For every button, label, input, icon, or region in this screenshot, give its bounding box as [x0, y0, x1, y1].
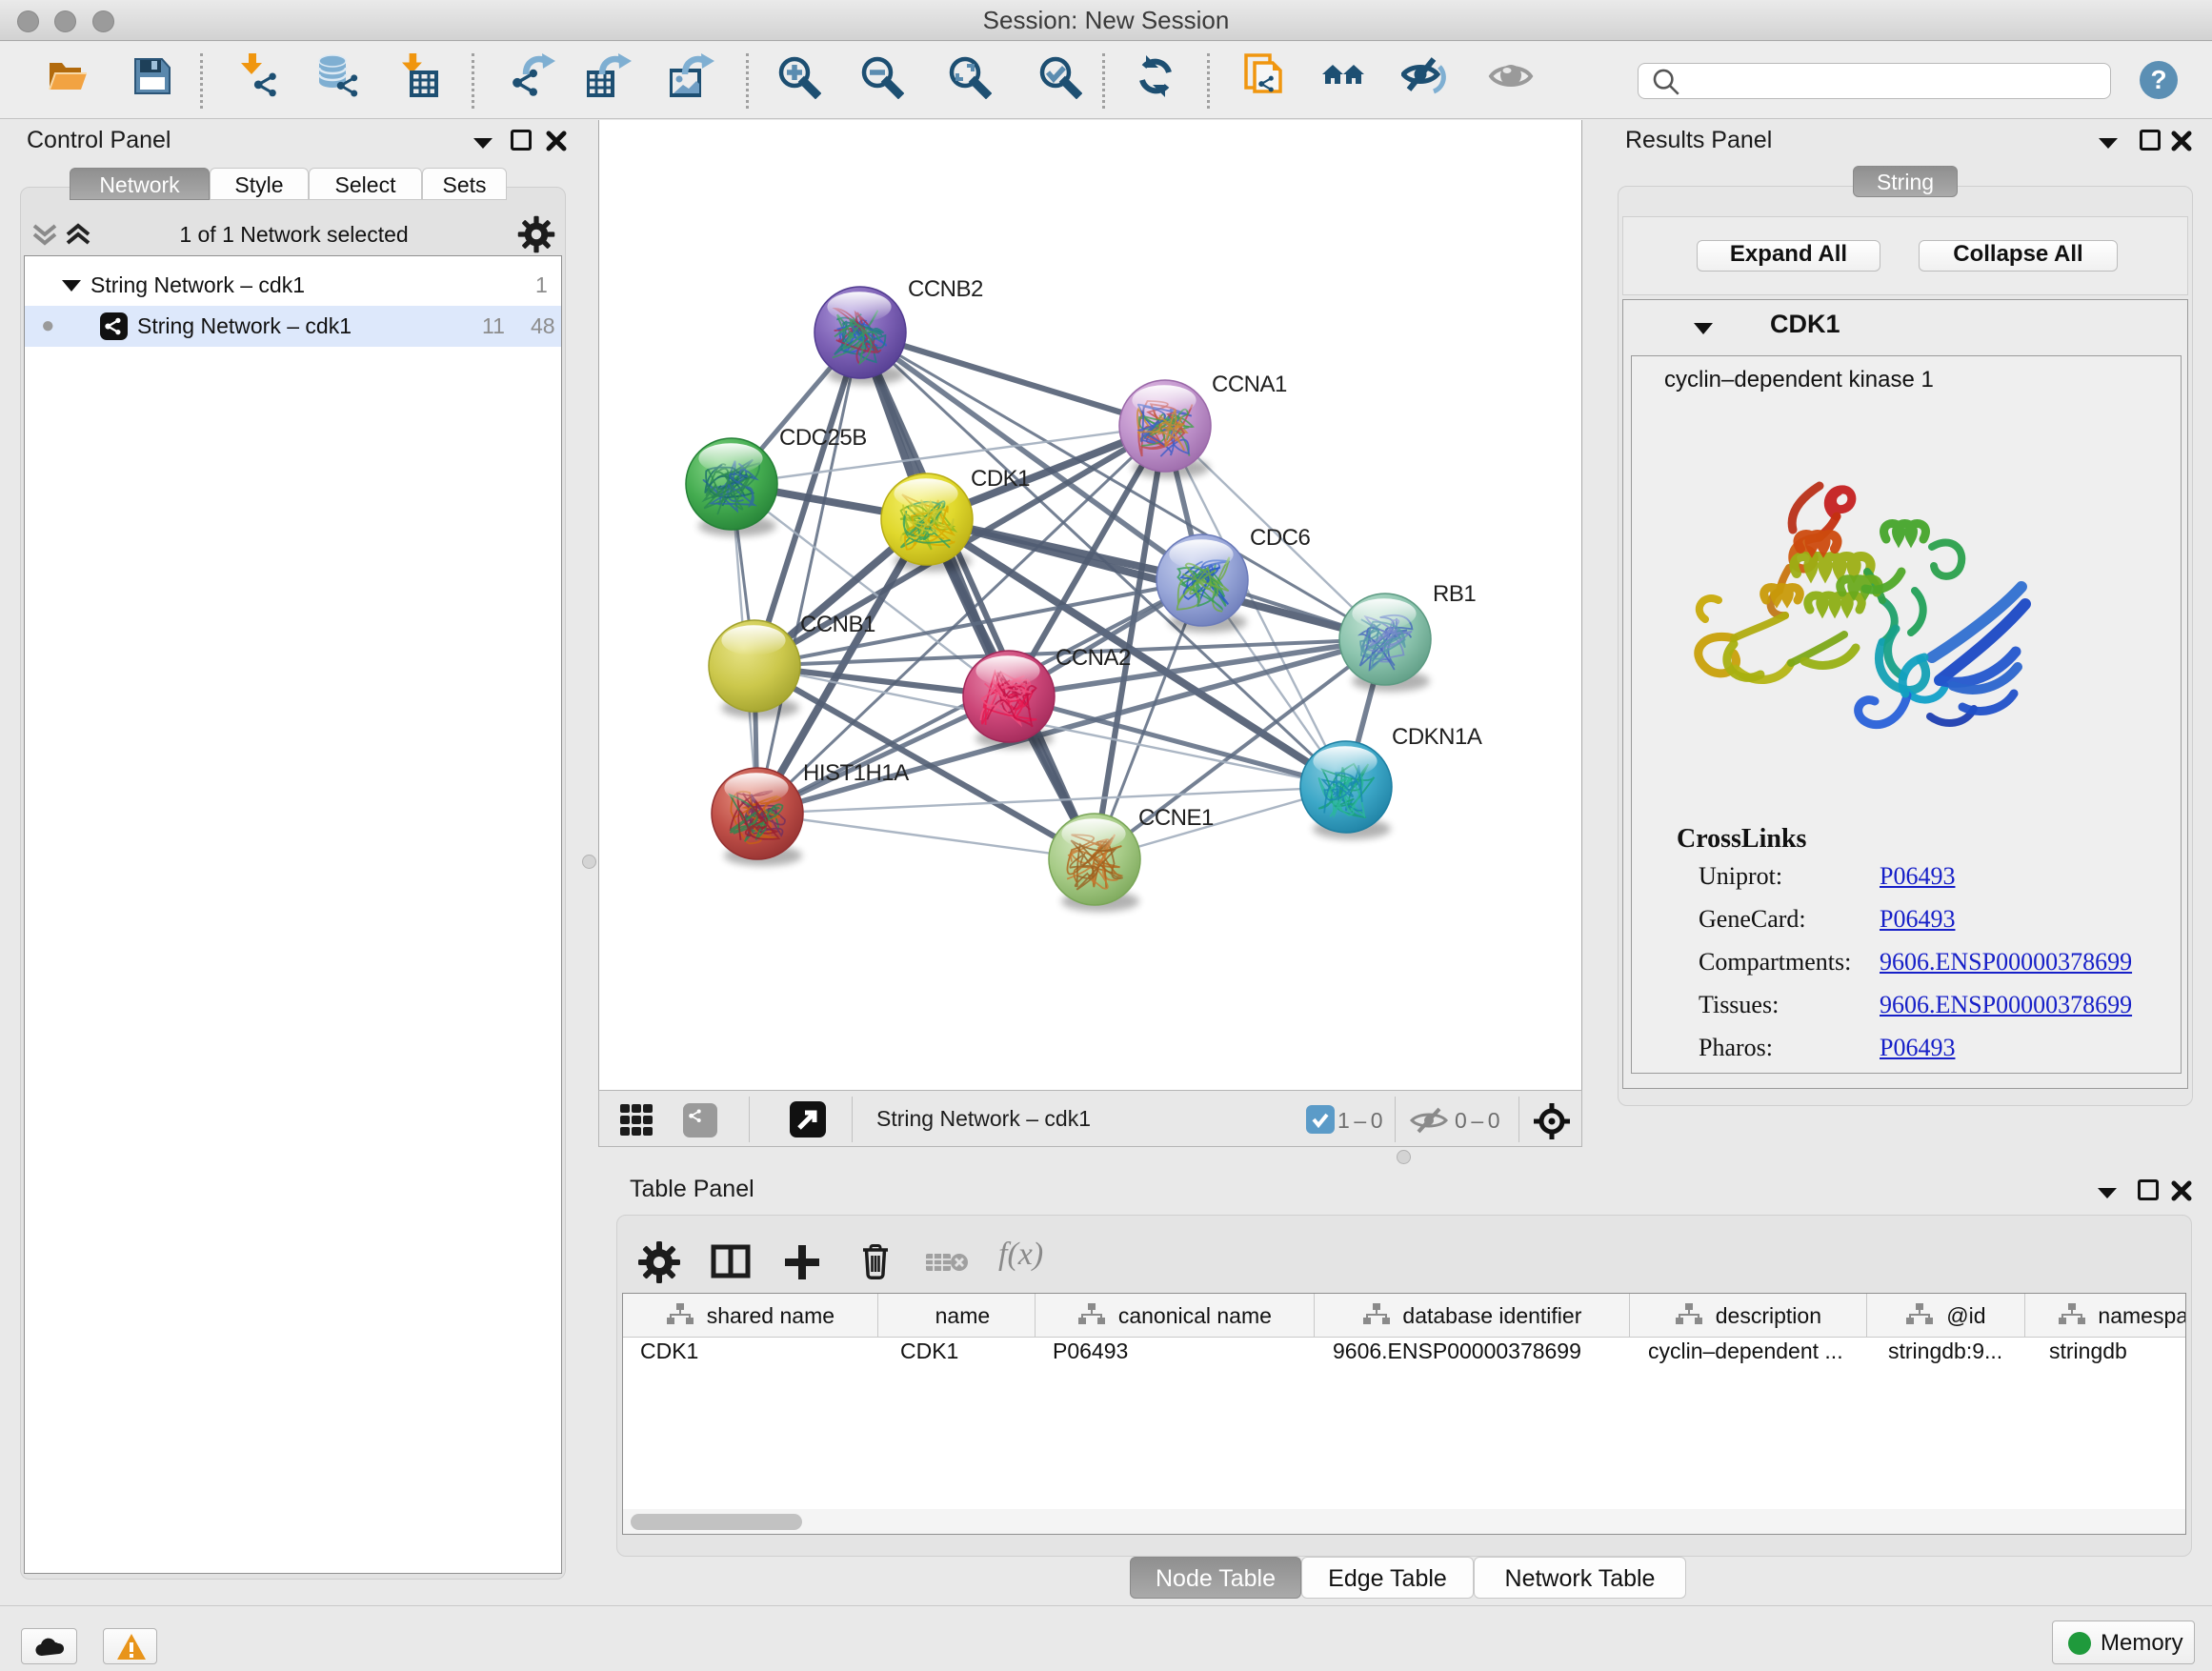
svg-text:HIST1H1A: HIST1H1A [803, 760, 909, 786]
svg-text:CCNE1: CCNE1 [1138, 805, 1214, 831]
svg-text:?: ? [2150, 65, 2166, 94]
svg-text:CDC25B: CDC25B [779, 425, 867, 451]
svg-text:CDC6: CDC6 [1250, 525, 1310, 551]
svg-text:CCNB2: CCNB2 [908, 276, 983, 302]
svg-text:CCNA2: CCNA2 [1056, 645, 1131, 671]
svg-text:RB1: RB1 [1433, 581, 1476, 607]
svg-text:CCNB1: CCNB1 [800, 612, 875, 637]
svg-text:CDK1: CDK1 [971, 466, 1030, 492]
svg-text:CCNA1: CCNA1 [1212, 372, 1287, 397]
svg-text:CDKN1A: CDKN1A [1392, 724, 1482, 750]
